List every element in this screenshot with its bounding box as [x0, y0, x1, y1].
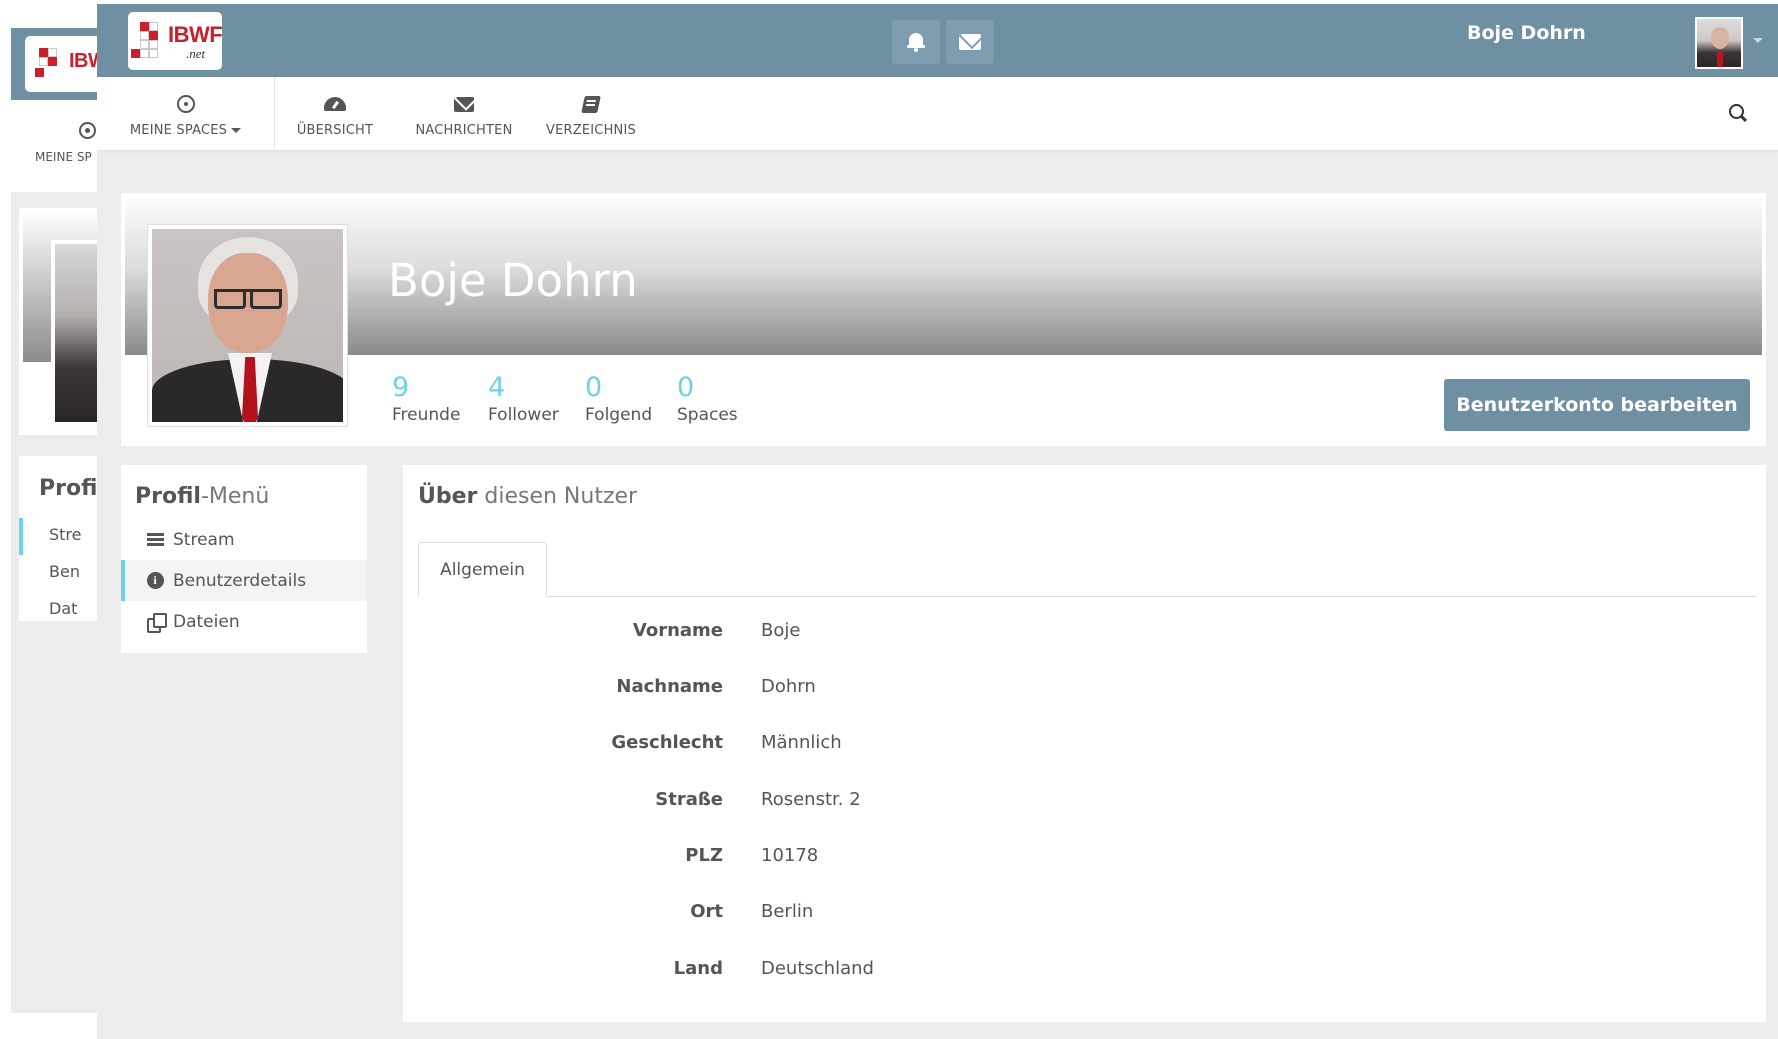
stat-spaces[interactable]: 0 Spaces	[677, 372, 738, 426]
background-nav-label: MEINE SP	[35, 150, 92, 164]
field-row: Ort Berlin	[403, 901, 1766, 931]
envelope-icon	[454, 96, 474, 112]
logo-text: IBWF	[168, 22, 222, 47]
field-row: PLZ 10178	[403, 845, 1766, 875]
background-menu-item: Ben	[49, 562, 80, 581]
menu-item-dateien[interactable]: Dateien	[121, 601, 367, 642]
envelope-icon	[959, 34, 981, 50]
field-label: Ort	[690, 901, 723, 922]
field-row: Vorname Boje	[403, 620, 1766, 650]
avatar[interactable]	[1695, 17, 1743, 69]
nav-label: NACHRICHTEN	[415, 123, 513, 138]
profile-menu-title: Profil-Menü	[135, 484, 270, 509]
user-menu-name[interactable]: Boje Dohrn	[1467, 22, 1586, 44]
messages-button[interactable]	[946, 20, 994, 64]
field-row: Land Deutschland	[403, 958, 1766, 988]
field-row: Geschlecht Männlich	[403, 732, 1766, 762]
profile-name: Boje Dohrn	[388, 254, 638, 307]
field-label: Geschlecht	[611, 732, 723, 753]
stat-value: 9	[392, 372, 410, 403]
stat-value: 0	[677, 372, 695, 403]
stat-label: Folgend	[585, 405, 653, 425]
caret-down-icon	[231, 128, 242, 133]
main-window: IBWF .net Boje Dohrn MEINE SPACES ÜBERSI…	[97, 4, 1778, 1039]
stat-folgend[interactable]: 0 Folgend	[585, 372, 653, 426]
field-value: 10178	[761, 845, 819, 866]
stat-value: 0	[585, 372, 603, 403]
profile-banner: Boje Dohrn	[125, 197, 1762, 355]
target-icon	[176, 95, 195, 113]
profile-photo[interactable]	[148, 225, 347, 426]
target-icon	[79, 122, 96, 139]
edit-account-button[interactable]: Benutzerkonto bearbeiten	[1444, 379, 1750, 431]
field-label: Land	[673, 958, 723, 979]
background-menu-item: Stre	[49, 525, 82, 544]
tab-allgemein[interactable]: Allgemein	[418, 542, 547, 597]
field-value: Deutschland	[761, 958, 874, 979]
files-icon	[146, 613, 167, 633]
about-title: Über diesen Nutzer	[418, 484, 638, 509]
stat-freunde[interactable]: 9 Freunde	[392, 372, 461, 426]
notifications-button[interactable]	[892, 20, 940, 64]
profile-menu: Profil-Menü Stream i Benutzerdetails Dat…	[121, 465, 367, 653]
menu-item-label: Benutzerdetails	[173, 570, 307, 591]
field-value: Dohrn	[761, 676, 816, 697]
bars-icon	[146, 533, 164, 546]
tab-divider	[418, 596, 1757, 597]
nav-verzeichnis[interactable]: VERZEICHNIS	[533, 77, 649, 150]
field-value: Rosenstr. 2	[761, 789, 861, 810]
top-bar: IBWF .net Boje Dohrn	[97, 4, 1778, 77]
main-navigation: MEINE SPACES ÜBERSICHT NACHRICHTEN VERZE…	[97, 77, 1778, 150]
field-row: Straße Rosenstr. 2	[403, 789, 1766, 819]
field-label: PLZ	[685, 845, 723, 866]
field-label: Nachname	[616, 676, 723, 697]
nav-label: VERZEICHNIS	[546, 123, 636, 138]
nav-label: ÜBERSICHT	[296, 123, 374, 138]
background-menu-item: Dat	[49, 599, 78, 618]
field-row: Nachname Dohrn	[403, 676, 1766, 706]
profile-header: Boje Dohrn 9 Freunde 4 Follower 0 Folgen…	[121, 193, 1766, 446]
book-icon	[581, 95, 601, 113]
dashboard-icon	[324, 97, 346, 111]
nav-uebersicht[interactable]: ÜBERSICHT	[275, 77, 395, 150]
logo-subtext: .net	[186, 46, 206, 61]
menu-item-label: Stream	[173, 529, 235, 550]
bell-icon	[907, 32, 925, 52]
stat-follower[interactable]: 4 Follower	[488, 372, 559, 426]
field-value: Männlich	[761, 732, 842, 753]
menu-item-label: Dateien	[173, 611, 240, 632]
chevron-down-icon[interactable]	[1753, 38, 1763, 43]
info-icon: i	[146, 572, 164, 589]
menu-item-stream[interactable]: Stream	[121, 519, 367, 560]
field-label: Vorname	[632, 620, 723, 641]
nav-meine-spaces[interactable]: MEINE SPACES	[97, 77, 274, 150]
field-label: Straße	[655, 789, 723, 810]
about-user-panel: Über diesen Nutzer Allgemein Vorname Boj…	[403, 465, 1766, 1022]
stat-label: Follower	[488, 405, 559, 425]
nav-label: MEINE SPACES	[129, 123, 228, 138]
stat-label: Freunde	[392, 405, 461, 425]
menu-item-benutzerdetails[interactable]: i Benutzerdetails	[121, 560, 367, 601]
field-value: Boje	[761, 620, 801, 641]
stat-value: 4	[488, 372, 506, 403]
nav-nachrichten[interactable]: NACHRICHTEN	[397, 77, 531, 150]
background-active-marker	[19, 518, 23, 555]
stat-label: Spaces	[677, 405, 738, 425]
search-icon[interactable]	[1729, 104, 1747, 122]
brand-logo[interactable]: IBWF .net	[128, 12, 222, 70]
field-value: Berlin	[761, 901, 814, 922]
